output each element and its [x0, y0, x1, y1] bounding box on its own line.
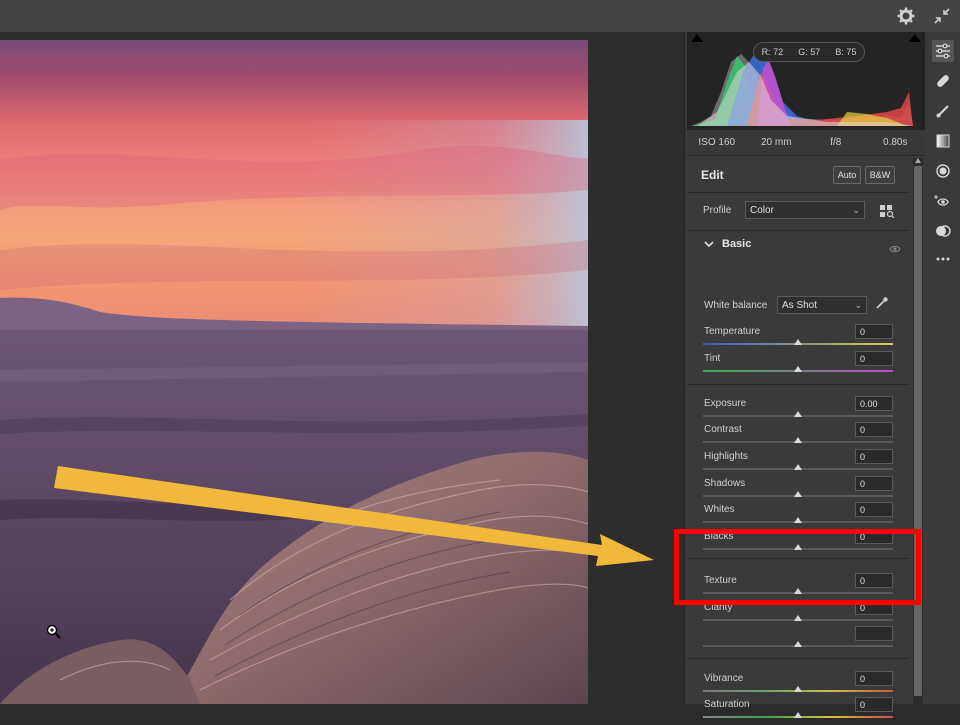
scrollbar-thumb[interactable]: [914, 166, 922, 696]
exif-focal: 20 mm: [760, 137, 792, 148]
slider-value-input[interactable]: 0: [855, 697, 893, 712]
bw-button[interactable]: B&W: [865, 166, 895, 184]
shadow-clipping-icon[interactable]: [691, 34, 703, 42]
basic-section-title[interactable]: Basic: [722, 238, 751, 250]
more-icon[interactable]: [932, 248, 954, 270]
exif-aperture: f/8: [830, 137, 842, 148]
slider-vibrance[interactable]: Vibrance 0: [701, 671, 895, 699]
slider-thumb[interactable]: [794, 366, 802, 372]
chevron-down-icon: ⌄: [854, 300, 862, 310]
panel-scrollbar[interactable]: [913, 158, 923, 704]
exif-iso: ISO 160: [698, 137, 736, 148]
chevron-down-icon: ⌄: [852, 205, 860, 215]
slider-thumb[interactable]: [794, 517, 802, 523]
image-canvas[interactable]: [0, 32, 684, 704]
slider-value-input[interactable]: 0: [855, 502, 893, 517]
slider-highlights[interactable]: Highlights 0: [701, 449, 895, 477]
rgb-readout: R: 72 G: 57 B: 75: [753, 42, 865, 62]
slider-label: Shadows: [704, 478, 746, 489]
profile-select[interactable]: Color ⌄: [745, 201, 865, 219]
profile-browser-icon[interactable]: [879, 204, 895, 218]
slider-thumb[interactable]: [794, 712, 802, 718]
presets-icon[interactable]: [932, 220, 954, 242]
slider-thumb[interactable]: [794, 464, 802, 470]
slider-thumb[interactable]: [794, 641, 802, 647]
slider-clarity[interactable]: Clarity 0: [701, 600, 895, 628]
slider-whites[interactable]: Whites 0: [701, 502, 895, 530]
slider-saturation[interactable]: Saturation 0: [701, 697, 895, 725]
collapse-icon[interactable]: [932, 6, 952, 26]
edit-sliders-icon[interactable]: [932, 40, 954, 62]
brush-icon[interactable]: [932, 100, 954, 122]
tool-strip: [926, 32, 960, 704]
divider: [687, 192, 909, 193]
slider-value-input[interactable]: 0: [855, 671, 893, 686]
slider-contrast[interactable]: Contrast 0: [701, 422, 895, 450]
radial-icon[interactable]: [932, 160, 954, 182]
gradient-icon[interactable]: [932, 130, 954, 152]
rgb-r: R: 72: [761, 47, 784, 57]
divider: [687, 658, 909, 659]
slider-thumb[interactable]: [794, 437, 802, 443]
profile-value: Color: [750, 204, 774, 216]
slider-shadows[interactable]: Shadows 0: [701, 476, 895, 504]
slider-value-input[interactable]: 0: [855, 324, 893, 339]
slider-value-input[interactable]: 0: [855, 422, 893, 437]
chevron-down-icon[interactable]: [703, 238, 715, 250]
slider-temperature[interactable]: Temperature 0: [701, 324, 895, 352]
slider-label: Tint: [704, 353, 721, 364]
divider: [687, 230, 909, 231]
profile-label: Profile: [703, 205, 732, 216]
slider-thumb[interactable]: [794, 411, 802, 417]
slider-label: Whites: [704, 504, 735, 515]
eyedropper-icon[interactable]: [875, 296, 889, 310]
slider-label: Saturation: [704, 699, 750, 710]
slider-label: Highlights: [704, 451, 748, 462]
divider: [687, 384, 909, 385]
exif-bar: ISO 160 20 mm f/8 0.80s: [687, 130, 925, 156]
gear-icon[interactable]: [896, 6, 916, 26]
slider-thumb[interactable]: [794, 686, 802, 692]
photo-preview[interactable]: [0, 40, 588, 704]
slider-thumb[interactable]: [794, 491, 802, 497]
zoom-cursor-icon: [46, 624, 61, 639]
redeye-icon[interactable]: [932, 190, 954, 212]
healing-icon[interactable]: [932, 70, 954, 92]
slider-thumb[interactable]: [794, 615, 802, 621]
exif-shutter: 0.80s: [883, 137, 908, 148]
edit-title: Edit: [701, 168, 724, 182]
slider-label: Exposure: [704, 398, 747, 409]
slider-label: Temperature: [704, 326, 761, 337]
white-balance-value: As Shot: [782, 299, 818, 311]
highlight-clipping-icon[interactable]: [909, 34, 921, 42]
slider-exposure[interactable]: Exposure 0.00: [701, 396, 895, 424]
slider-value-input[interactable]: 0: [855, 449, 893, 464]
slider-value-input[interactable]: 0.00: [855, 396, 893, 411]
rgb-g: G: 57: [798, 47, 821, 57]
edit-scroll-area[interactable]: Edit Auto B&W Profile Color ⌄ Basic Whit…: [685, 158, 911, 718]
rgb-b: B: 75: [835, 47, 857, 57]
auto-button[interactable]: Auto: [833, 166, 861, 184]
slider-value-input[interactable]: [855, 626, 893, 641]
slider-label: Contrast: [704, 424, 742, 435]
white-balance-select[interactable]: As Shot ⌄: [777, 296, 867, 314]
slider-value-input[interactable]: 0: [855, 476, 893, 491]
scroll-up-icon[interactable]: [915, 158, 921, 163]
slider-thumb[interactable]: [794, 339, 802, 345]
eye-icon[interactable]: [889, 244, 901, 254]
slider-tint[interactable]: Tint 0: [701, 351, 895, 379]
white-balance-label: White balance: [704, 300, 768, 311]
histogram: R: 72 G: 57 B: 75: [687, 32, 925, 130]
slider-dehaze[interactable]: [701, 626, 895, 654]
texture-clarity-highlight-box: [674, 529, 921, 605]
top-bar: [0, 0, 960, 32]
slider-value-input[interactable]: 0: [855, 351, 893, 366]
slider-label: Vibrance: [704, 673, 744, 684]
